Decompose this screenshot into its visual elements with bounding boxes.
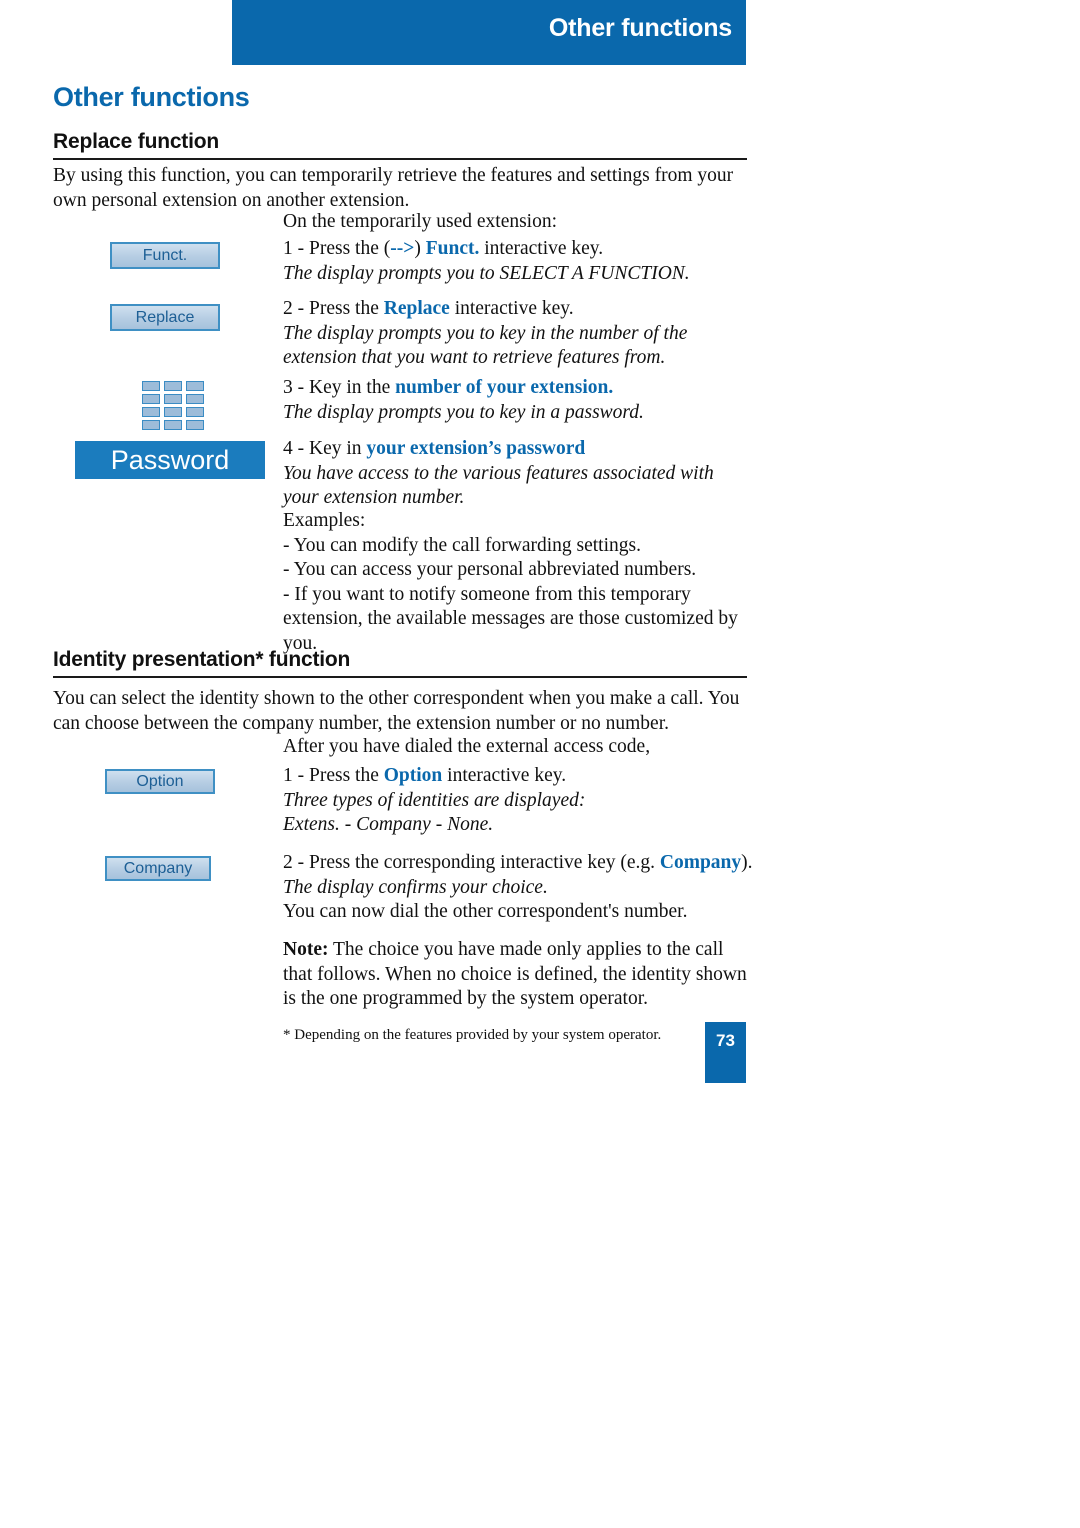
example-item: - If you want to notify someone from thi… — [283, 583, 738, 654]
intro-paragraph-identity: You can select the identity shown to the… — [53, 688, 740, 734]
softkey-replace-label: Replace — [135, 308, 195, 326]
lead-in-replace: On the temporarily used extension: — [283, 211, 558, 232]
keypad-key — [142, 394, 160, 404]
section-heading-identity-presentation: Identity presentation* function — [53, 648, 747, 678]
step-2-replace-result: The display prompts you to key in the nu… — [283, 322, 688, 369]
display-password-text: Password — [110, 444, 230, 475]
step-1-identity-key-label: Option — [383, 765, 443, 786]
keypad-key — [164, 420, 182, 430]
section-replace-function: Replace function — [53, 130, 747, 160]
keypad-key — [142, 381, 160, 391]
keypad-key — [142, 407, 160, 417]
examples-label: Examples: — [283, 510, 366, 531]
step-2-prefix: 2 - Press the — [283, 298, 384, 319]
step-1-key-label: Funct. — [425, 238, 480, 259]
lead-in-identity: After you have dialed the external acces… — [283, 736, 651, 757]
step-1-replace-instruction: 1 - Press the (-->) Funct. interactive k… — [283, 238, 604, 259]
softkey-option[interactable]: Option — [105, 769, 215, 794]
keypad-key — [164, 407, 182, 417]
step-1-identity-result-2: Extens. - Company - None. — [283, 814, 494, 835]
example-item: - You can modify the call forwarding set… — [283, 534, 641, 556]
step-2-replace: 2 - Press the Replace interactive key. T… — [283, 297, 753, 371]
step-2-replace-instruction: 2 - Press the Replace interactive key. — [283, 297, 753, 322]
note-block: Note: The choice you have made only appl… — [283, 938, 753, 1012]
step-3-prefix: 3 - Key in the — [283, 377, 396, 398]
step-4-key-label: your extension’s password — [366, 438, 586, 459]
section-identity-presentation: Identity presentation* function — [53, 648, 747, 678]
softkey-company-label: Company — [123, 859, 193, 877]
intro-paragraph-replace: By using this function, you can temporar… — [53, 165, 734, 211]
step-4-replace-result: You have access to the various features … — [283, 462, 714, 509]
page-number-badge: 73 — [705, 1022, 746, 1083]
keypad-key — [186, 407, 204, 417]
keypad-key — [186, 381, 204, 391]
step-2-identity-result: The display confirms your choice. — [283, 876, 548, 898]
footnote: * Depending on the features provided by … — [283, 1027, 662, 1043]
keypad-key — [164, 394, 182, 404]
step-3-replace-instruction: 3 - Key in the number of your extension. — [283, 376, 753, 401]
step-1-replace: 1 - Press the (-->) Funct. interactive k… — [283, 237, 753, 286]
examples-block-replace: Examples: - You can modify the call forw… — [283, 509, 753, 656]
step-2-identity-suffix: ). — [741, 852, 753, 873]
keypad-key — [186, 394, 204, 404]
step-1-identity-result-1: Three types of identities are displayed: — [283, 789, 586, 811]
step-1-identity: 1 - Press the Option interactive key. Th… — [283, 764, 753, 838]
keypad-key — [186, 420, 204, 430]
step-4-replace-instruction: 4 - Key in your extension’s password — [283, 437, 753, 462]
step-1-prefix: 1 - Press the — [283, 238, 384, 259]
softkey-option-label: Option — [136, 772, 184, 790]
step-3-replace-result: The display prompts you to key in a pass… — [283, 401, 644, 423]
example-item: - You can access your personal abbreviat… — [283, 559, 697, 580]
header-banner-title: Other functions — [548, 14, 732, 42]
step-4-prefix: 4 - Key in — [283, 438, 367, 459]
step-2-identity-key-label: Company — [659, 852, 742, 873]
step-1-suffix: interactive key. — [479, 238, 604, 259]
step-2-identity-instruction: 2 - Press the corresponding interactive … — [283, 851, 753, 876]
step-1-identity-prefix: 1 - Press the — [283, 765, 384, 786]
softkey-funct[interactable]: Funct. — [110, 242, 220, 269]
keypad-key — [164, 381, 182, 391]
page-header-banner: Other functions — [232, 0, 746, 65]
step-4-replace: 4 - Key in your extension’s password You… — [283, 437, 753, 511]
page-number-value: 73 — [716, 1031, 735, 1050]
step-1-identity-suffix: interactive key. — [442, 765, 567, 786]
note-text: The choice you have made only applies to… — [283, 939, 747, 1009]
step-2-identity-prefix: 2 - Press the corresponding interactive … — [283, 852, 660, 873]
step-3-replace: 3 - Key in the number of your extension.… — [283, 376, 753, 425]
softkey-funct-label: Funct. — [142, 246, 188, 264]
step-2-identity: 2 - Press the corresponding interactive … — [283, 851, 753, 925]
step-3-key-label: number of your extension. — [395, 377, 614, 398]
arrow-right-icon: --> — [390, 238, 415, 259]
step-1-replace-result: The display prompts you to SELECT A FUNC… — [283, 262, 690, 284]
step-2-key-label: Replace — [383, 298, 450, 319]
keypad-icon — [142, 381, 204, 430]
step-1-identity-instruction: 1 - Press the Option interactive key. — [283, 764, 753, 789]
keypad-key — [142, 420, 160, 430]
softkey-company[interactable]: Company — [105, 856, 211, 881]
display-password: Password — [75, 441, 265, 479]
page-title: Other functions — [53, 82, 250, 112]
section-heading-replace-function: Replace function — [53, 130, 747, 160]
step-2-suffix: interactive key. — [449, 298, 574, 319]
step-2-identity-extra: You can now dial the other correspondent… — [283, 901, 688, 922]
softkey-replace[interactable]: Replace — [110, 304, 220, 331]
note-label: Note: — [283, 939, 329, 960]
